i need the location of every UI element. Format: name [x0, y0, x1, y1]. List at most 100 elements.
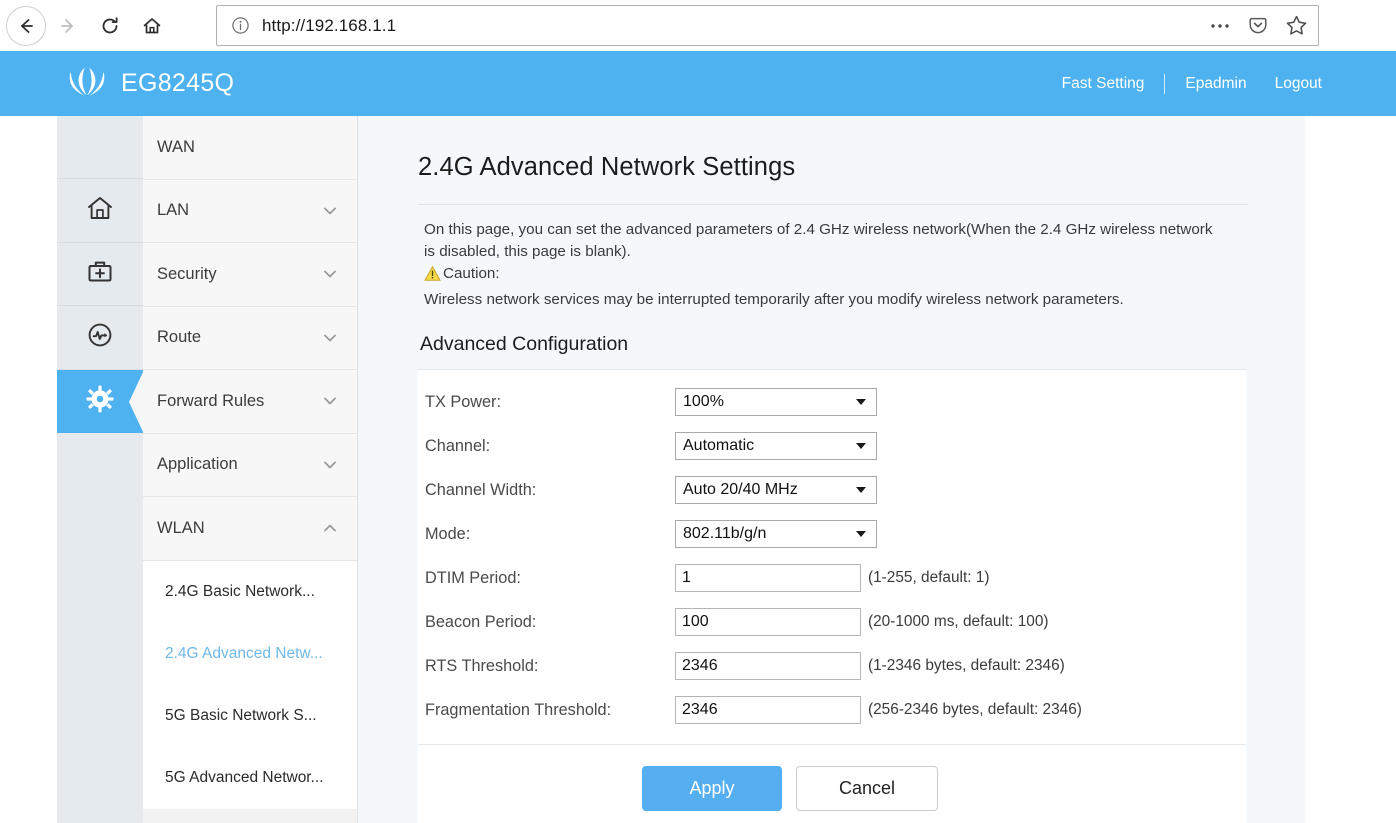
security-kit-icon [85, 256, 115, 291]
sidebar-item-wlan[interactable]: WLAN [143, 497, 357, 561]
hint-fragmentation-threshold: (256-2346 bytes, default: 2346) [868, 701, 1082, 719]
sidebar-item-lan[interactable]: LAN [143, 179, 357, 243]
home-button[interactable] [132, 6, 172, 46]
home-icon [141, 15, 163, 37]
caution-row: Caution: [424, 263, 1214, 289]
label-fragmentation-threshold: Fragmentation Threshold: [425, 700, 612, 719]
browser-toolbar: http://192.168.1.1 [0, 0, 1396, 51]
sidebar-item-label: Security [157, 264, 217, 283]
input-dtim-period[interactable] [675, 564, 861, 593]
sidebar-item-label: Forward Rules [157, 391, 265, 410]
label-rts-threshold: RTS Threshold: [425, 656, 539, 675]
route-meter-icon [85, 320, 115, 355]
app-header: EG8245Q Fast Setting Epadmin Logout [0, 51, 1396, 116]
form-row-tx-power: TX Power: 100% [418, 380, 1246, 424]
chevron-down-icon [321, 392, 339, 410]
forward-button[interactable] [48, 6, 88, 46]
page-body: WAN LAN Security Route Forward Rules App… [0, 116, 1396, 823]
sidebar-subitem-24g-advanced[interactable]: 2.4G Advanced Netw... [143, 622, 357, 685]
form-row-rts-threshold: RTS Threshold: (1-2346 bytes, default: 2… [418, 644, 1246, 688]
rail-item-top-blank [57, 116, 143, 179]
label-beacon-period: Beacon Period: [425, 612, 537, 631]
caution-label: Caution: [443, 265, 500, 283]
label-channel-width: Channel Width: [425, 480, 537, 499]
label-channel: Channel: [425, 436, 491, 455]
rail-item-forward-rules[interactable] [57, 369, 144, 433]
chevron-up-icon [321, 519, 339, 537]
warning-triangle-icon [424, 265, 441, 289]
select-value: Automatic [683, 437, 755, 455]
pocket-save-icon[interactable] [1247, 15, 1269, 37]
sidebar-item-label: WAN [157, 137, 195, 156]
cancel-button[interactable]: Cancel [796, 765, 938, 811]
back-arrow-icon [15, 15, 37, 37]
header-nav-separator [1164, 73, 1166, 94]
title-divider [418, 204, 1248, 205]
header-link-fast-setting[interactable]: Fast Setting [1048, 75, 1159, 93]
select-value: 802.11b/g/n [683, 525, 767, 543]
page-title: 2.4G Advanced Network Settings [418, 153, 796, 181]
sidebar-item-security[interactable]: Security [143, 243, 357, 307]
sidebar-item-label: Application [157, 455, 238, 474]
brand-name: EG8245Q [121, 69, 235, 97]
url-bar[interactable]: http://192.168.1.1 [216, 5, 1319, 46]
header-link-logout[interactable]: Logout [1261, 75, 1336, 93]
label-tx-power: TX Power: [425, 392, 502, 411]
select-tx-power[interactable]: 100% [675, 388, 877, 417]
form-row-mode: Mode: 802.11b/g/n [418, 512, 1246, 556]
sidebar-menu: WAN LAN Security Route Forward Rules App… [143, 116, 358, 823]
select-mode[interactable]: 802.11b/g/n [675, 520, 877, 549]
header-link-epadmin[interactable]: Epadmin [1171, 75, 1260, 93]
form-row-fragmentation-threshold: Fragmentation Threshold: (256-2346 bytes… [418, 688, 1246, 732]
rail-item-home[interactable] [57, 179, 143, 243]
chevron-down-icon [321, 202, 339, 220]
main-content: 2.4G Advanced Network Settings On this p… [358, 116, 1305, 823]
form-row-dtim-period: DTIM Period: (1-255, default: 1) [418, 556, 1246, 600]
sidebar-item-forward-rules[interactable]: Forward Rules [143, 370, 357, 434]
sidebar-item-label: LAN [157, 201, 190, 220]
select-value: 100% [683, 393, 724, 411]
sidebar-subitem-5g-basic[interactable]: 5G Basic Network S... [143, 684, 357, 747]
home-icon [85, 193, 115, 228]
chevron-down-icon [321, 456, 339, 474]
chevron-down-icon [856, 531, 866, 538]
caution-text: Wireless network services may be interru… [424, 290, 1124, 308]
chevron-down-icon [321, 329, 339, 347]
sidebar-item-route[interactable]: Route [143, 306, 357, 370]
rail-item-security[interactable] [57, 243, 143, 306]
input-fragmentation-threshold[interactable] [675, 696, 861, 725]
sidebar-item-wan[interactable]: WAN [143, 116, 357, 180]
rail-item-bottom-blank [57, 433, 143, 497]
back-button[interactable] [6, 5, 46, 46]
chevron-down-icon [856, 443, 866, 450]
ellipsis-icon[interactable] [1209, 21, 1231, 31]
select-value: Auto 20/40 MHz [683, 481, 798, 499]
url-bar-actions [1209, 14, 1308, 37]
sidebar-subitem-24g-basic[interactable]: 2.4G Basic Network... [143, 560, 357, 623]
sidebar-item-application[interactable]: Application [143, 433, 357, 497]
page-info-icon[interactable] [231, 16, 250, 35]
sidebar-submenu-wlan: 2.4G Basic Network... 2.4G Advanced Netw… [143, 560, 357, 809]
select-channel[interactable]: Automatic [675, 432, 877, 461]
reload-icon [99, 15, 121, 37]
input-rts-threshold[interactable] [675, 652, 861, 681]
hint-beacon-period: (20-1000 ms, default: 100) [868, 613, 1049, 631]
reload-button[interactable] [90, 6, 130, 46]
chevron-down-icon [321, 265, 339, 283]
input-beacon-period[interactable] [675, 608, 861, 637]
sidebar-subitem-5g-advanced[interactable]: 5G Advanced Networ... [143, 746, 357, 809]
form-row-channel: Channel: Automatic [418, 424, 1246, 468]
form-row-beacon-period: Beacon Period: (20-1000 ms, default: 100… [418, 600, 1246, 644]
sidebar-item-label: Route [157, 328, 202, 347]
select-channel-width[interactable]: Auto 20/40 MHz [675, 476, 877, 505]
advanced-configuration-card: TX Power: 100% Channel: Automatic Channe… [418, 369, 1246, 823]
icon-rail [57, 116, 144, 823]
star-bookmark-icon[interactable] [1285, 14, 1308, 37]
url-text[interactable]: http://192.168.1.1 [262, 16, 396, 36]
chevron-down-icon [856, 399, 866, 406]
brand: EG8245Q [65, 64, 234, 103]
apply-button[interactable]: Apply [642, 765, 782, 811]
huawei-logo-icon [65, 64, 109, 103]
rail-item-route[interactable] [57, 306, 143, 370]
form-rows: TX Power: 100% Channel: Automatic Channe… [418, 370, 1246, 744]
